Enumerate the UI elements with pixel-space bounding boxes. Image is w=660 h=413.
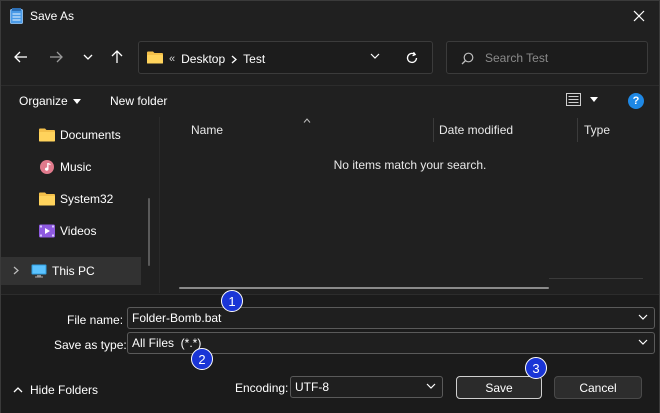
folder-icon [147,51,163,64]
sidebar-item-label: Videos [60,224,97,238]
up-button[interactable] [107,47,127,67]
step-marker-3: 3 [525,357,547,379]
notepad-icon [10,8,23,24]
scroll-track [549,278,643,279]
column-header-name[interactable]: Name [191,123,223,137]
close-button[interactable] [627,5,651,27]
cancel-button[interactable]: Cancel [554,376,642,399]
address-bar[interactable]: « Desktop Test [138,41,433,74]
caret-down-icon [590,97,598,102]
chevron-down-icon [426,383,436,389]
sidebar-item-label: Documents [60,128,121,142]
pane-divider [159,117,160,293]
this-pc-icon [31,264,47,278]
chevron-right-icon[interactable] [13,266,19,278]
empty-message: No items match your search. [333,158,487,172]
hide-folders-label: Hide Folders [30,383,99,397]
documents-folder-icon [39,128,55,142]
breadcrumb-test[interactable]: Test [243,52,265,66]
change-view-button[interactable] [566,93,598,106]
sidebar-scrollbar[interactable] [148,198,150,266]
step-marker-1: 1 [221,290,243,312]
sort-ascending-icon [303,115,311,125]
close-icon [633,10,645,22]
chevron-up-icon [13,387,23,393]
back-button[interactable] [11,47,31,67]
breadcrumb-desktop[interactable]: Desktop [181,52,225,66]
file-name-value[interactable]: Folder-Bomb.bat [132,311,221,325]
horizontal-scrollbar[interactable] [179,287,549,289]
organize-label: Organize [19,94,68,108]
search-input[interactable] [485,50,635,66]
sidebar-item-videos[interactable]: Videos [1,217,141,245]
column-header-date-modified[interactable]: Date modified [439,123,513,137]
refresh-icon[interactable] [405,51,419,65]
arrow-up-icon [111,50,123,63]
breadcrumb: « Desktop Test [169,52,265,66]
column-divider[interactable] [433,118,434,142]
save-as-type-value: All Files (*.*) [132,336,202,350]
arrow-right-icon [50,51,63,63]
encoding-label: Encoding: [235,381,289,395]
chevron-down-icon [83,54,93,60]
forward-button[interactable] [46,47,66,67]
sidebar-item-music[interactable]: Music [1,153,141,181]
chevron-right-icon[interactable] [231,55,238,64]
organize-button[interactable]: Organize [19,94,81,108]
help-icon: ? [632,95,640,107]
help-button[interactable]: ? [628,93,644,109]
encoding-value: UTF-8 [295,380,329,394]
save-button[interactable]: Save [456,376,542,399]
new-folder-button[interactable]: New folder [110,94,167,108]
step-marker-2: 2 [191,348,213,370]
chevron-down-icon [638,339,648,345]
recent-locations-button[interactable] [78,47,98,67]
sidebar-item-label: This PC [52,264,95,278]
sidebar-item-this-pc[interactable]: This PC [1,257,141,285]
breadcrumb-overflow[interactable]: « [169,53,175,65]
column-header-type[interactable]: Type [584,123,610,137]
save-as-dialog: Save As « Desktop Test Search Test Organ… [0,0,660,413]
sidebar-item-label: Music [60,160,92,174]
toolbar-divider [1,85,659,86]
music-icon [40,160,54,174]
sidebar-item-system32[interactable]: System32 [1,185,141,213]
search-box[interactable] [446,41,648,74]
save-as-type-label: Save as type: [54,338,127,352]
search-icon [461,52,474,65]
arrow-left-icon [14,51,27,63]
title-bar: Save As [1,1,659,32]
sidebar-item-label: System32 [60,192,114,206]
details-view-icon [566,93,581,106]
window-title: Save As [30,9,75,23]
file-name-label: File name: [67,313,124,327]
videos-icon [39,224,55,238]
caret-down-icon [72,98,81,104]
folder-icon [39,192,55,206]
chevron-down-icon[interactable] [638,314,648,320]
file-name-field[interactable]: Folder-Bomb.bat [127,307,655,329]
hide-folders-button[interactable]: Hide Folders [13,383,98,397]
encoding-select[interactable]: UTF-8 [290,376,443,398]
sidebar-item-documents[interactable]: Documents [1,121,141,149]
chevron-down-icon[interactable] [370,53,380,59]
column-divider[interactable] [577,118,578,142]
